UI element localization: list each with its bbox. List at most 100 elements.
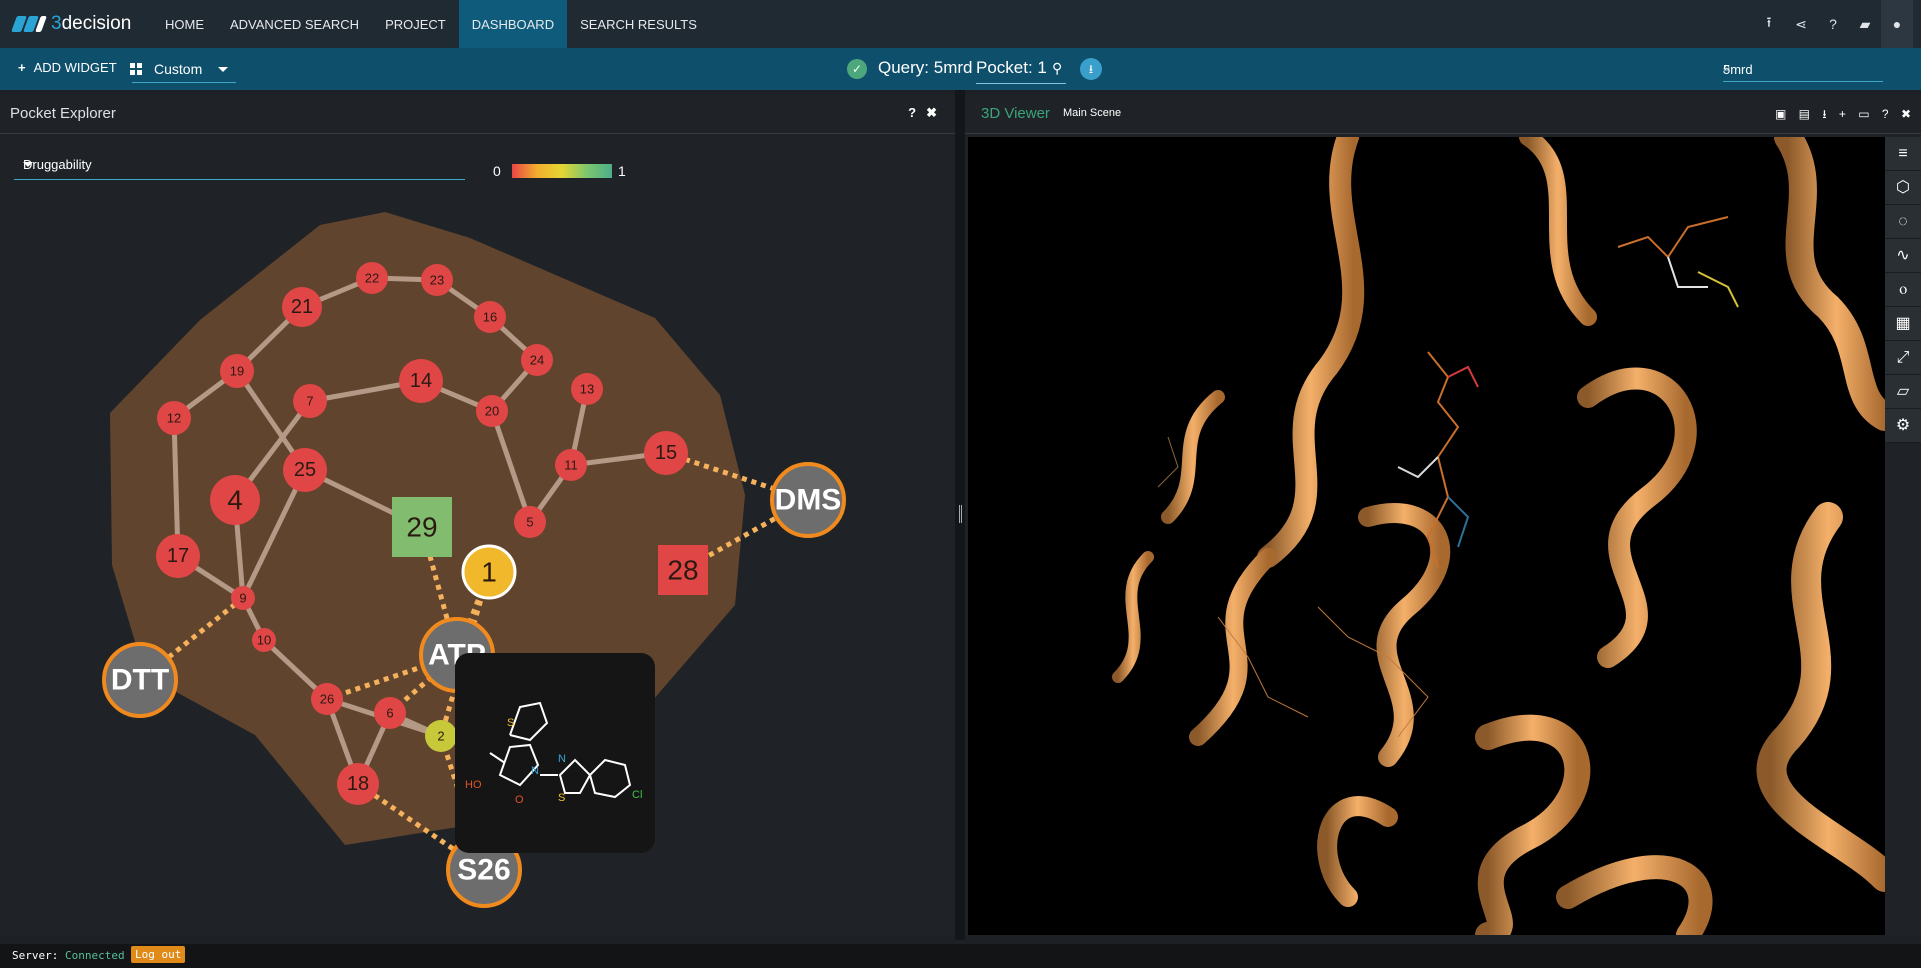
pocket-node-label: 15 xyxy=(655,442,677,464)
pocket-node[interactable]: 16 xyxy=(474,301,506,333)
image-icon[interactable]: ▣ xyxy=(1775,107,1786,121)
nav-dashboard[interactable]: DASHBOARD xyxy=(458,0,568,48)
ruler-icon[interactable]: ▱ xyxy=(1885,375,1921,409)
pocket-node[interactable]: 7 xyxy=(293,384,327,418)
ligand-node[interactable]: DMS xyxy=(770,462,846,538)
top-navbar: 3 decision HOME ADVANCED SEARCH PROJECT D… xyxy=(0,0,1921,48)
pocket-node[interactable]: 9 xyxy=(231,586,255,610)
help-icon[interactable]: ? xyxy=(1817,16,1849,32)
pocket-node[interactable]: 12 xyxy=(157,401,191,435)
pocket-node-label: 26 xyxy=(320,692,334,707)
pocket-node-label: 10 xyxy=(257,633,271,648)
hbond-icon[interactable]: ⲟ xyxy=(1885,273,1921,307)
pocket-node-label: 17 xyxy=(167,545,189,567)
download-icon[interactable]: ⭳ xyxy=(1080,58,1102,80)
upload-icon[interactable]: ⭱ xyxy=(1753,12,1785,36)
atom-label: Cl xyxy=(632,789,642,801)
save-icon[interactable]: ▤ xyxy=(1799,107,1810,121)
query-label: Query: 5mrd xyxy=(878,58,973,77)
layout-select[interactable]: Custom xyxy=(130,56,236,83)
measure-icon[interactable]: ⤢ xyxy=(1885,341,1921,375)
grid-icon xyxy=(130,63,142,75)
nav-advanced-search[interactable]: ADVANCED SEARCH xyxy=(217,0,372,48)
menu-icon[interactable]: ≡ xyxy=(1885,137,1921,171)
pocket-node[interactable]: 14 xyxy=(399,359,443,403)
pocket-node-label: 2 xyxy=(437,729,444,744)
app-logo[interactable]: 3 decision xyxy=(0,13,152,35)
pocket-node[interactable]: 25 xyxy=(283,448,327,492)
server-label: Server: xyxy=(12,949,59,962)
share-icon[interactable]: ⋖ xyxy=(1785,16,1817,33)
pocket-node[interactable]: 17 xyxy=(156,534,200,578)
pocket-node-label: 20 xyxy=(485,404,499,419)
atom-label: N xyxy=(558,753,566,765)
scene-label[interactable]: Main Scene xyxy=(1063,107,1121,119)
chat-icon[interactable]: ▰ xyxy=(1849,16,1881,33)
3d-viewer-canvas[interactable] xyxy=(968,137,1885,935)
pocket-node-label: 23 xyxy=(430,273,444,288)
nav-project[interactable]: PROJECT xyxy=(372,0,459,48)
pocket-node[interactable]: 5 xyxy=(514,506,546,538)
pocket-node-label: 5 xyxy=(526,515,533,530)
pocket-node-label: 11 xyxy=(564,458,578,473)
mesh-icon[interactable]: ▦ xyxy=(1885,307,1921,341)
viewer-header: 3D Viewer Main Scene ▣ ▤ ⭳ + ▭ ? ✖ xyxy=(965,95,1921,134)
close-icon[interactable]: ✖ xyxy=(1901,107,1911,121)
atom-label: O xyxy=(515,794,524,806)
logout-button[interactable]: Log out xyxy=(131,946,186,963)
pocket-node[interactable]: 24 xyxy=(521,344,553,376)
pocket-node-label: 14 xyxy=(410,370,432,392)
dashboard-toolbar: + ADD WIDGET Custom ✓ Query: 5mrd Pocket:… xyxy=(0,48,1921,90)
pocket-node-label: 6 xyxy=(386,706,393,721)
pocket-node[interactable]: 29 xyxy=(392,497,452,557)
pocket-node[interactable]: 2 xyxy=(425,720,457,752)
surface-icon[interactable]: ◌ xyxy=(1885,205,1921,239)
logo-text: decision xyxy=(61,13,132,34)
download-icon[interactable]: ⭳ xyxy=(1822,107,1826,121)
server-status: Connected xyxy=(64,949,125,962)
pocket-select[interactable]: Pocket: 1 ⚲ xyxy=(976,56,1066,84)
pocket-node-label: 22 xyxy=(365,271,379,286)
pocket-node[interactable]: 4 xyxy=(210,475,260,525)
nav-search-results[interactable]: SEARCH RESULTS xyxy=(567,0,710,48)
ribbon-icon[interactable]: ∿ xyxy=(1885,239,1921,273)
molecule-icon[interactable]: ⬡ xyxy=(1885,171,1921,205)
ligand-node[interactable]: DTT xyxy=(102,642,178,718)
map-pin-icon[interactable]: ⚲ xyxy=(1052,60,1062,77)
pocket-node[interactable]: 28 xyxy=(658,545,708,595)
plus-icon: + xyxy=(18,60,26,75)
add-icon[interactable]: + xyxy=(1839,107,1846,121)
user-icon[interactable]: ● xyxy=(1881,0,1913,48)
panel-splitter[interactable] xyxy=(955,90,965,940)
pocket-node-label: 18 xyxy=(347,773,369,795)
pocket-node-label: 9 xyxy=(239,591,246,606)
pocket-node-label: 19 xyxy=(230,364,244,379)
pocket-node[interactable]: 26 xyxy=(311,683,343,715)
pocket-node[interactable]: 22 xyxy=(356,262,388,294)
pocket-node[interactable]: 23 xyxy=(421,264,453,296)
gear-icon[interactable]: ⚙ xyxy=(1885,409,1921,443)
pocket-node-label: 24 xyxy=(530,353,544,368)
pocket-node[interactable]: 11 xyxy=(555,449,587,481)
viewer-toolbar: ≡ ⬡ ◌ ∿ ⲟ ▦ ⤢ ▱ ⚙ xyxy=(1885,137,1921,443)
pocket-node[interactable]: 19 xyxy=(220,354,254,388)
pocket-node[interactable]: 20 xyxy=(476,395,508,427)
help-icon[interactable]: ? xyxy=(1882,107,1889,121)
pocket-node[interactable]: 6 xyxy=(374,697,406,729)
chevron-down-icon xyxy=(218,67,228,72)
pocket-node-label: 29 xyxy=(406,512,437,543)
search-input[interactable]: 5mrd ⌕ xyxy=(1723,56,1883,82)
pocket-node[interactable]: 21 xyxy=(282,287,322,327)
pocket-node[interactable]: 18 xyxy=(337,763,379,805)
pocket-node[interactable]: 1 xyxy=(461,544,517,600)
pocket-graph[interactable]: 124567910111213141516171819202122 2324252… xyxy=(0,95,955,935)
search-icon[interactable]: ⌕ xyxy=(1723,59,1905,76)
atom-label: N xyxy=(531,765,539,777)
pocket-node[interactable]: 10 xyxy=(252,628,276,652)
nav-home[interactable]: HOME xyxy=(152,0,217,48)
check-icon: ✓ xyxy=(847,59,867,79)
monitor-icon[interactable]: ▭ xyxy=(1858,107,1869,121)
pocket-node[interactable]: 15 xyxy=(644,431,688,475)
pocket-node[interactable]: 13 xyxy=(571,373,603,405)
add-widget-button[interactable]: + ADD WIDGET xyxy=(18,60,117,75)
